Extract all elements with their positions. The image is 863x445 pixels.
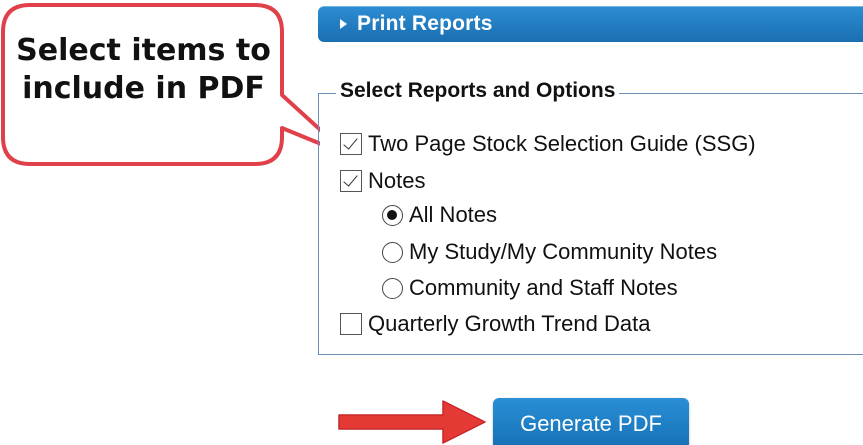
ssg-label: Two Page Stock Selection Guide (SSG) <box>368 131 756 156</box>
community-staff-notes-radio[interactable] <box>382 277 403 299</box>
my-study-notes-label: My Study/My Community Notes <box>409 239 718 264</box>
community-staff-notes-label: Community and Staff Notes <box>409 275 678 300</box>
radio-my-study-notes[interactable]: My Study/My Community Notes <box>382 239 717 265</box>
ssg-checkbox[interactable] <box>340 133 362 155</box>
callout-text: Select items to include in PDF <box>16 33 271 106</box>
header-title: Print Reports <box>357 12 493 35</box>
quarterly-growth-label: Quarterly Growth Trend Data <box>368 311 651 336</box>
all-notes-label: All Notes <box>409 202 498 227</box>
radio-all-notes[interactable]: All Notes <box>382 202 497 228</box>
option-ssg[interactable]: Two Page Stock Selection Guide (SSG) <box>340 131 756 157</box>
option-notes[interactable]: Notes <box>340 168 425 194</box>
all-notes-radio[interactable] <box>382 204 403 226</box>
radio-community-staff-notes[interactable]: Community and Staff Notes <box>382 275 678 301</box>
fieldset-legend: Select Reports and Options <box>336 79 620 103</box>
expand-arrow-icon <box>340 19 347 29</box>
quarterly-growth-checkbox[interactable] <box>340 313 362 335</box>
my-study-notes-radio[interactable] <box>382 241 403 263</box>
red-arrow-icon <box>338 400 486 444</box>
option-quarterly-growth[interactable]: Quarterly Growth Trend Data <box>340 311 650 337</box>
page: Select items to include in PDF Print Rep… <box>0 0 863 445</box>
notes-checkbox[interactable] <box>340 170 362 192</box>
generate-pdf-button[interactable]: Generate PDF <box>493 398 689 445</box>
notes-label: Notes <box>368 168 426 193</box>
print-reports-header[interactable]: Print Reports <box>318 6 863 42</box>
